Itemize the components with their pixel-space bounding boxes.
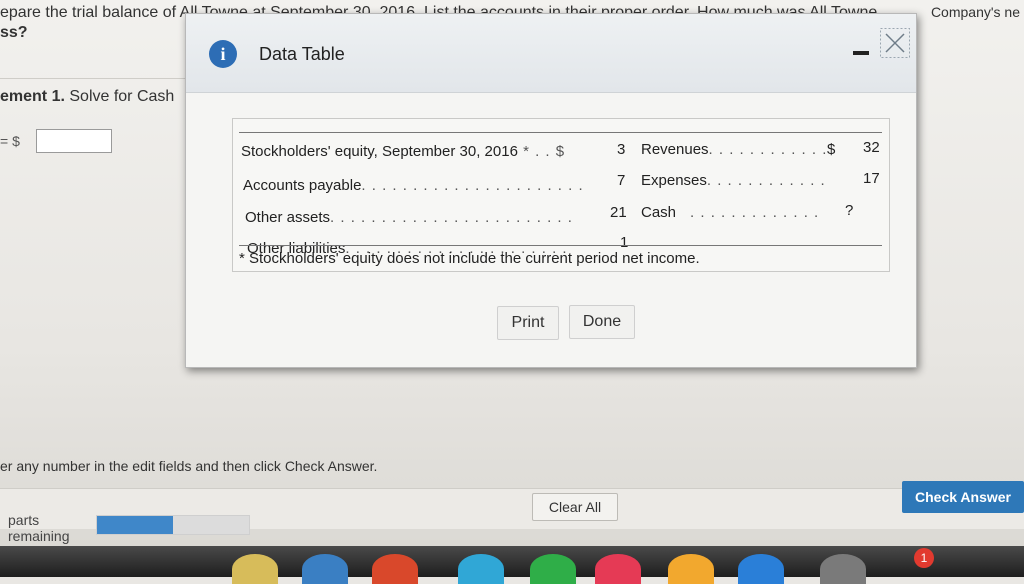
app-icon-5[interactable] <box>530 554 576 584</box>
print-button[interactable]: Print <box>497 306 559 340</box>
notification-badge: 1 <box>914 548 934 568</box>
done-button[interactable]: Done <box>569 305 635 339</box>
app-icon-4[interactable] <box>458 554 504 584</box>
question-text-cont: ss? <box>0 24 28 41</box>
question-text-right: Company's ne <box>930 4 1020 20</box>
dialog-header: i Data Table <box>186 14 916 93</box>
table-top-rule <box>239 132 882 133</box>
cash-answer-input[interactable] <box>36 129 112 153</box>
dock <box>0 546 1024 577</box>
equation-label: = $ <box>0 133 20 149</box>
table-value-other-assets: 21 <box>610 204 627 221</box>
table-value-expenses: 17 <box>863 170 880 187</box>
table-currency-revenues: $ <box>827 141 836 158</box>
check-answer-button[interactable]: Check Answer <box>902 481 1024 513</box>
table-value-cash: ? <box>845 202 854 219</box>
dialog-title: Data Table <box>259 44 345 64</box>
clear-all-button[interactable]: Clear All <box>532 493 618 521</box>
info-icon: i <box>209 40 237 68</box>
table-footnote: * Stockholders' equity does not include … <box>239 250 700 267</box>
table-value-accounts-payable: 7 <box>617 172 626 189</box>
app-icon-7[interactable] <box>668 554 714 584</box>
data-table: Stockholders' equity, September 30, 2016… <box>232 118 890 272</box>
table-row-expenses: Expenses. . . . . . . . . . . . <box>641 172 826 189</box>
parts-remaining-label: parts remaining <box>8 512 70 544</box>
parts-progress-bar <box>96 515 250 535</box>
instructions-text: er any number in the edit fields and the… <box>0 458 378 474</box>
progress-fill <box>97 516 173 534</box>
data-table-dialog: i Data Table Stockholders' equity, Septe… <box>185 13 917 368</box>
close-icon[interactable] <box>880 28 910 58</box>
app-icon-3[interactable] <box>372 554 418 584</box>
table-row-revenues: Revenues. . . . . . . . . . . . <box>641 141 828 158</box>
app-icon-1[interactable] <box>232 554 278 584</box>
app-icon-2[interactable] <box>302 554 348 584</box>
table-row-other-assets: Other assets. . . . . . . . . . . . . . … <box>245 209 573 226</box>
app-icon-8[interactable] <box>738 554 784 584</box>
app-icon-6[interactable] <box>595 554 641 584</box>
divider <box>0 78 200 79</box>
table-bottom-rule <box>239 245 882 246</box>
table-value-stockholders-equity: 3 <box>617 141 626 158</box>
table-row-accounts-payable: Accounts payable. . . . . . . . . . . . … <box>243 177 584 194</box>
app-icon-9[interactable] <box>820 554 866 584</box>
requirement-label: ement 1. Solve for Cash <box>0 88 175 105</box>
table-value-revenues: 32 <box>863 139 880 156</box>
minimize-icon[interactable] <box>850 44 872 60</box>
table-row-cash: Cash. . . . . . . . . . . . . <box>641 204 820 221</box>
table-row-stockholders-equity: Stockholders' equity, September 30, 2016… <box>241 143 566 160</box>
table-value-other-liabilities: 1 <box>620 234 629 251</box>
